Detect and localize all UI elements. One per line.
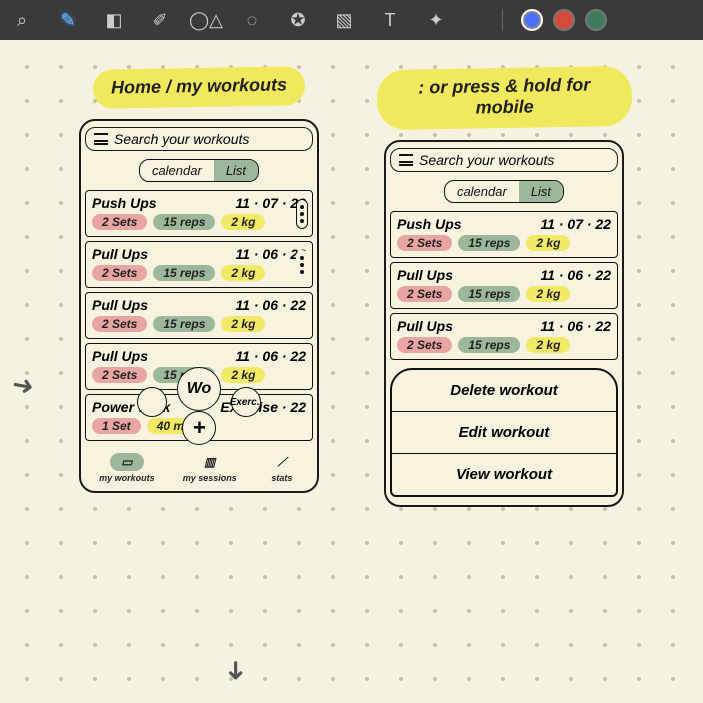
nav-label: my workouts — [99, 473, 155, 483]
workout-card[interactable]: Pull Ups 11 · 06 · 22 2 Sets 15 reps 2 kg — [390, 313, 618, 360]
segment-list[interactable]: List — [214, 160, 258, 181]
workout-title: Push Ups — [397, 216, 532, 232]
nav-icon: ▥ — [204, 455, 215, 469]
workout-reps-pill: 15 reps — [458, 235, 520, 251]
nav-label: stats — [271, 473, 292, 483]
search-placeholder: Search your workouts — [419, 152, 554, 168]
image-icon[interactable]: ▧ — [332, 8, 356, 32]
workout-sets-pill: 2 Sets — [92, 214, 147, 230]
sketch-arrow-down-icon: ➜ — [220, 660, 251, 682]
workout-weight-pill: 2 kg — [221, 367, 265, 383]
workout-weight-pill: 2 kg — [221, 214, 265, 230]
segment-calendar[interactable]: calendar — [140, 160, 214, 181]
wand-icon[interactable]: ✦ — [424, 8, 448, 32]
workout-sets-pill: 2 Sets — [92, 367, 147, 383]
ctx-view[interactable]: View workout — [392, 454, 616, 495]
workout-title: Pull Ups — [397, 318, 532, 334]
workout-weight-pill: 2 kg — [221, 316, 265, 332]
fab-side-left[interactable] — [137, 387, 167, 417]
color-swatch-red[interactable] — [553, 9, 575, 31]
hamburger-icon[interactable] — [94, 133, 108, 145]
search-bar[interactable]: Search your workouts — [85, 127, 313, 151]
nav-item-stats[interactable]: ⟋ stats — [265, 453, 299, 483]
fab-side-right[interactable]: Exerc.. — [231, 387, 261, 417]
stamp-icon[interactable]: ✪ — [286, 8, 310, 32]
workout-title: Pull Ups — [92, 246, 227, 262]
search-bar[interactable]: Search your workouts — [390, 148, 618, 172]
workout-card[interactable]: Pull Ups 11 · 06 · 22 2 Sets 15 reps 2 kg — [390, 262, 618, 309]
workout-reps-pill: 15 reps — [458, 286, 520, 302]
workout-title: Pull Ups — [92, 348, 227, 364]
workout-sets-pill: 2 Sets — [92, 265, 147, 281]
lasso-icon[interactable]: ◌ — [240, 8, 264, 32]
workout-card[interactable]: Pull Ups 11 · 06 · 22 2 Sets 15 reps 2 kg — [85, 292, 313, 339]
segment-list[interactable]: List — [519, 181, 563, 202]
workout-sets-pill: 2 Sets — [397, 286, 452, 302]
workout-card[interactable]: Pull Ups11 · 06 · 222 Sets15 reps2 kg — [85, 241, 313, 288]
bottom-nav: ▭ my workouts ▥ my sessions ⟋ stats — [85, 449, 313, 483]
nav-item-my-sessions[interactable]: ▥ my sessions — [183, 453, 237, 483]
workout-weight-pill: 2 kg — [526, 235, 570, 251]
workout-weight-pill: 2 kg — [526, 337, 570, 353]
workout-date: 11 · 07 · 22 — [540, 216, 611, 232]
right-title-highlight: : or press & hold for mobile — [376, 66, 632, 130]
workout-weight-pill: 2 kg — [526, 286, 570, 302]
zoom-icon[interactable]: ⌕ — [10, 8, 34, 32]
workout-title: Push Ups — [92, 195, 227, 211]
workout-title: Pull Ups — [92, 297, 227, 313]
color-swatch-green[interactable] — [585, 9, 607, 31]
wireframe-left-column: Home / my workouts Search your workouts … — [72, 68, 327, 507]
toolbar-separator — [502, 9, 503, 31]
view-toggle: calendar List — [390, 180, 618, 203]
kebab-icon[interactable] — [296, 250, 308, 280]
workout-weight-pill: 2 kg — [221, 265, 265, 281]
color-swatch-blue[interactable] — [521, 9, 543, 31]
workout-card[interactable]: Push Ups11 · 07 · 222 Sets15 reps2 kg — [85, 190, 313, 237]
workout-title: Pull Ups — [397, 267, 532, 283]
workout-reps-pill: 15 reps — [153, 265, 215, 281]
nav-label: my sessions — [183, 473, 237, 483]
left-title-highlight: Home / my workouts — [93, 66, 306, 109]
workout-reps-pill: 15 reps — [153, 316, 215, 332]
workout-sets-pill: 1 Set — [92, 418, 141, 434]
nav-item-my-workouts[interactable]: ▭ my workouts — [99, 453, 155, 483]
workout-card[interactable]: Push Ups 11 · 07 · 22 2 Sets 15 reps 2 kg — [390, 211, 618, 258]
shapes-icon[interactable]: ◯△ — [194, 8, 218, 32]
nav-icon: ⟋ — [278, 455, 286, 470]
eraser-icon[interactable]: ◧ — [102, 8, 126, 32]
fab-add[interactable]: + — [182, 411, 216, 445]
highlighter-icon[interactable]: ✐ — [148, 8, 172, 32]
workout-reps-pill: 15 reps — [153, 214, 215, 230]
workout-date: 11 · 06 · 22 — [540, 267, 611, 283]
search-placeholder: Search your workouts — [114, 131, 249, 147]
hamburger-icon[interactable] — [399, 154, 413, 166]
phone-frame-left: Search your workouts calendar List Push … — [79, 119, 319, 493]
text-icon[interactable]: T — [378, 8, 402, 32]
workout-sets-pill: 2 Sets — [397, 235, 452, 251]
workout-reps-pill: 15 reps — [458, 337, 520, 353]
fab-workout[interactable]: Wo — [177, 367, 221, 411]
phone-frame-right: Search your workouts calendar List Push … — [384, 140, 624, 507]
workout-date: 11 · 06 · 22 — [235, 348, 306, 364]
context-menu: Delete workout Edit workout View workout — [390, 368, 618, 497]
nav-icon: ▭ — [121, 455, 132, 469]
ctx-edit[interactable]: Edit workout — [392, 412, 616, 454]
workout-sets-pill: 2 Sets — [92, 316, 147, 332]
app-toolbar: ⌕ ✎ ◧ ✐ ◯△ ◌ ✪ ▧ T ✦ — [0, 0, 703, 40]
view-toggle: calendar List — [85, 159, 313, 182]
pen-icon[interactable]: ✎ — [56, 8, 80, 32]
workout-date: 11 · 06 · 22 — [540, 318, 611, 334]
workout-sets-pill: 2 Sets — [397, 337, 452, 353]
workout-date: 11 · 06 · 22 — [235, 297, 306, 313]
wireframe-right-column: : or press & hold for mobile Search your… — [377, 68, 632, 507]
segment-calendar[interactable]: calendar — [445, 181, 519, 202]
ctx-delete[interactable]: Delete workout — [392, 370, 616, 412]
kebab-icon[interactable] — [296, 199, 308, 229]
